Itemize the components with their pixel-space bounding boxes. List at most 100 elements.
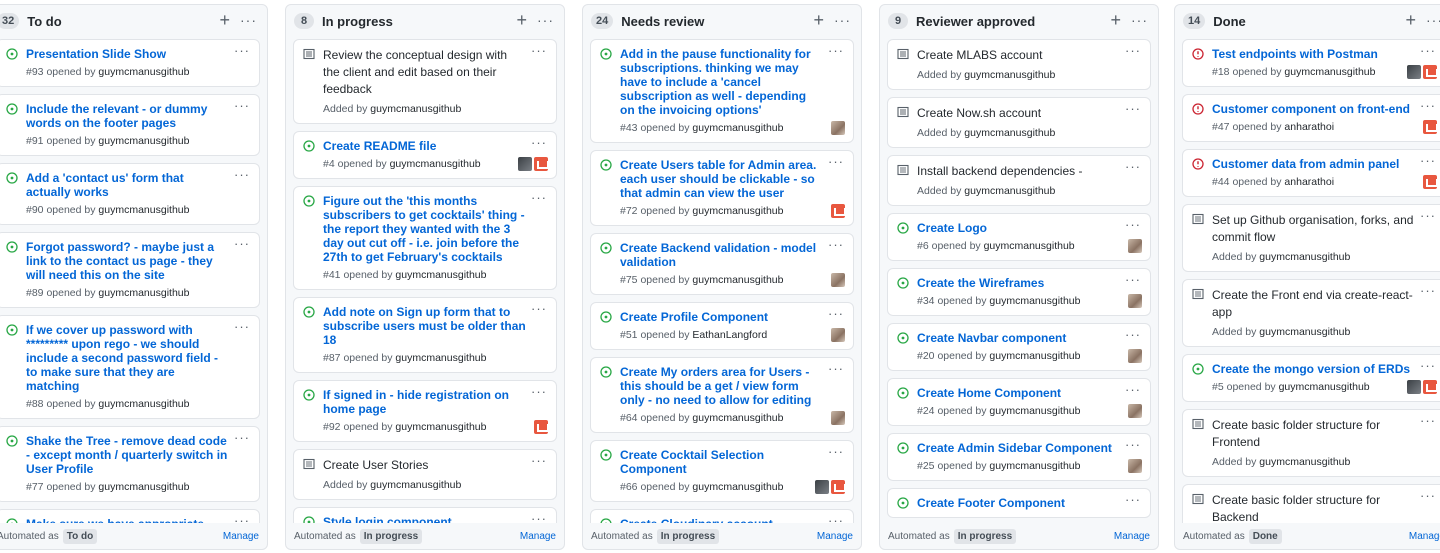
avatar[interactable]: [1128, 459, 1142, 473]
issue-card[interactable]: ··· If signed in - hide registration on h…: [293, 380, 557, 442]
card-menu-icon[interactable]: ···: [234, 43, 250, 58]
card-author[interactable]: guymcmanusgithub: [370, 479, 461, 491]
card-author[interactable]: guymcmanusgithub: [692, 412, 783, 424]
card-author[interactable]: anharathoi: [1284, 121, 1334, 133]
card-issue-title[interactable]: Add a 'contact us' form that actually wo…: [26, 171, 229, 199]
card-author[interactable]: guymcmanusgithub: [989, 405, 1080, 417]
note-card[interactable]: ··· Create basic folder structure for Fro…: [1182, 409, 1440, 477]
card-issue-title[interactable]: Forgot password? - maybe just a link to …: [26, 240, 229, 282]
card-menu-icon[interactable]: ···: [234, 513, 250, 523]
card-author[interactable]: guymcmanusgithub: [390, 158, 481, 170]
card-menu-icon[interactable]: ···: [1420, 283, 1436, 298]
issue-card[interactable]: ··· Create README file #4 opened by guymcm…: [293, 131, 557, 179]
issue-card[interactable]: ··· Include the relevant - or dummy words…: [0, 94, 260, 156]
avatar[interactable]: [534, 157, 549, 171]
card-author[interactable]: guymcmanusgithub: [98, 204, 189, 216]
card-author[interactable]: guymcmanusgithub: [395, 269, 486, 281]
avatar[interactable]: [1128, 239, 1142, 253]
column-menu-icon[interactable]: ···: [537, 12, 554, 28]
add-card-icon[interactable]: +: [219, 11, 230, 29]
avatar[interactable]: [831, 480, 846, 494]
card-author[interactable]: guymcmanusgithub: [989, 350, 1080, 362]
avatar[interactable]: [534, 420, 549, 434]
card-author[interactable]: guymcmanusgithub: [964, 185, 1055, 197]
card-author[interactable]: guymcmanusgithub: [370, 103, 461, 115]
manage-automation-link[interactable]: Manage: [817, 531, 853, 542]
issue-card[interactable]: ··· Create Backend validation - model val…: [590, 233, 854, 295]
column-menu-icon[interactable]: ···: [834, 12, 851, 28]
manage-automation-link[interactable]: Manage: [223, 531, 259, 542]
card-menu-icon[interactable]: ···: [828, 154, 844, 169]
note-card[interactable]: ··· Create the Front end via create-react…: [1182, 279, 1440, 347]
card-author[interactable]: guymcmanusgithub: [1259, 326, 1350, 338]
card-author[interactable]: guymcmanusgithub: [692, 122, 783, 134]
issue-card[interactable]: ···Create Cloudinary account#65 opened b…: [590, 509, 854, 523]
card-menu-icon[interactable]: ···: [1125, 101, 1141, 116]
card-menu-icon[interactable]: ···: [234, 236, 250, 251]
avatar[interactable]: [1423, 175, 1438, 189]
card-issue-title[interactable]: Test endpoints with Postman: [1212, 47, 1415, 61]
issue-card[interactable]: ··· Shake the Tree - remove dead code - e…: [0, 426, 260, 502]
card-issue-title[interactable]: Add note on Sign up form that to subscri…: [323, 305, 526, 347]
card-menu-icon[interactable]: ···: [1420, 358, 1436, 373]
issue-card[interactable]: ··· Test endpoints with Postman #18 opened…: [1182, 39, 1440, 87]
card-issue-title[interactable]: Create My orders area for Users - this s…: [620, 365, 823, 407]
card-author[interactable]: guymcmanusgithub: [964, 69, 1055, 81]
card-menu-icon[interactable]: ···: [1420, 153, 1436, 168]
card-issue-title[interactable]: Create Cocktail Selection Component: [620, 448, 823, 476]
card-issue-title[interactable]: Create README file: [323, 139, 526, 153]
card-issue-title[interactable]: Create Navbar component: [917, 331, 1120, 345]
issue-card[interactable]: ···Make sure we have appropriate console…: [0, 509, 260, 523]
card-menu-icon[interactable]: ···: [1125, 159, 1141, 174]
card-author[interactable]: guymcmanusgithub: [964, 127, 1055, 139]
note-card[interactable]: ··· Set up Github organisation, forks, an…: [1182, 204, 1440, 272]
card-issue-title[interactable]: Create Backend validation - model valida…: [620, 241, 823, 269]
card-menu-icon[interactable]: ···: [1420, 208, 1436, 223]
issue-card[interactable]: ··· Figure out the 'this months subscribe…: [293, 186, 557, 290]
card-author[interactable]: guymcmanusgithub: [1279, 381, 1370, 393]
avatar[interactable]: [1407, 65, 1421, 79]
card-menu-icon[interactable]: ···: [1420, 98, 1436, 113]
card-author[interactable]: guymcmanusgithub: [1284, 66, 1375, 78]
card-menu-icon[interactable]: ···: [234, 319, 250, 334]
note-card[interactable]: ··· Create basic folder structure for Bac…: [1182, 484, 1440, 523]
issue-card[interactable]: ··· Create Navbar component #20 opened by …: [887, 323, 1151, 371]
card-menu-icon[interactable]: ···: [1125, 382, 1141, 397]
column-menu-icon[interactable]: ···: [1131, 12, 1148, 28]
card-issue-title[interactable]: If signed in - hide registration on home…: [323, 388, 526, 416]
card-menu-icon[interactable]: ···: [1125, 272, 1141, 287]
card-menu-icon[interactable]: ···: [1125, 492, 1141, 507]
card-menu-icon[interactable]: ···: [1125, 43, 1141, 58]
card-author[interactable]: guymcmanusgithub: [98, 398, 189, 410]
card-menu-icon[interactable]: ···: [531, 43, 547, 58]
issue-card[interactable]: ··· Create Cocktail Selection Component #6…: [590, 440, 854, 502]
card-issue-title[interactable]: Customer component on front-end: [1212, 102, 1415, 116]
card-issue-title[interactable]: Create Profile Component: [620, 310, 823, 324]
add-card-icon[interactable]: +: [516, 11, 527, 29]
card-author[interactable]: guymcmanusgithub: [98, 287, 189, 299]
issue-card[interactable]: ··· Create Footer Component: [887, 488, 1151, 518]
card-issue-title[interactable]: Create Logo: [917, 221, 1120, 235]
card-issue-title[interactable]: Create the Wireframes: [917, 276, 1120, 290]
issue-card[interactable]: ··· Create Home Component #24 opened by gu…: [887, 378, 1151, 426]
avatar[interactable]: [1128, 404, 1142, 418]
card-menu-icon[interactable]: ···: [1125, 437, 1141, 452]
card-menu-icon[interactable]: ···: [234, 430, 250, 445]
card-issue-title[interactable]: Add in the pause functionality for subsc…: [620, 47, 823, 117]
card-issue-title[interactable]: Style login component: [323, 515, 526, 523]
card-menu-icon[interactable]: ···: [234, 98, 250, 113]
issue-card[interactable]: ··· Customer component on front-end #47 op…: [1182, 94, 1440, 142]
issue-card[interactable]: ··· Add note on Sign up form that to subs…: [293, 297, 557, 373]
note-card[interactable]: ··· Review the conceptual design with the…: [293, 39, 557, 124]
manage-automation-link[interactable]: Manage: [1409, 531, 1440, 542]
card-issue-title[interactable]: Presentation Slide Show: [26, 47, 229, 61]
card-menu-icon[interactable]: ···: [1125, 217, 1141, 232]
card-issue-title[interactable]: Create the mongo version of ERDs: [1212, 362, 1415, 376]
card-author[interactable]: guymcmanusgithub: [98, 135, 189, 147]
note-card[interactable]: ··· Create MLABS account Added by guymcman…: [887, 39, 1151, 90]
card-menu-icon[interactable]: ···: [531, 453, 547, 468]
card-menu-icon[interactable]: ···: [1420, 488, 1436, 503]
manage-automation-link[interactable]: Manage: [1114, 531, 1150, 542]
card-author[interactable]: guymcmanusgithub: [692, 274, 783, 286]
avatar[interactable]: [815, 480, 829, 494]
